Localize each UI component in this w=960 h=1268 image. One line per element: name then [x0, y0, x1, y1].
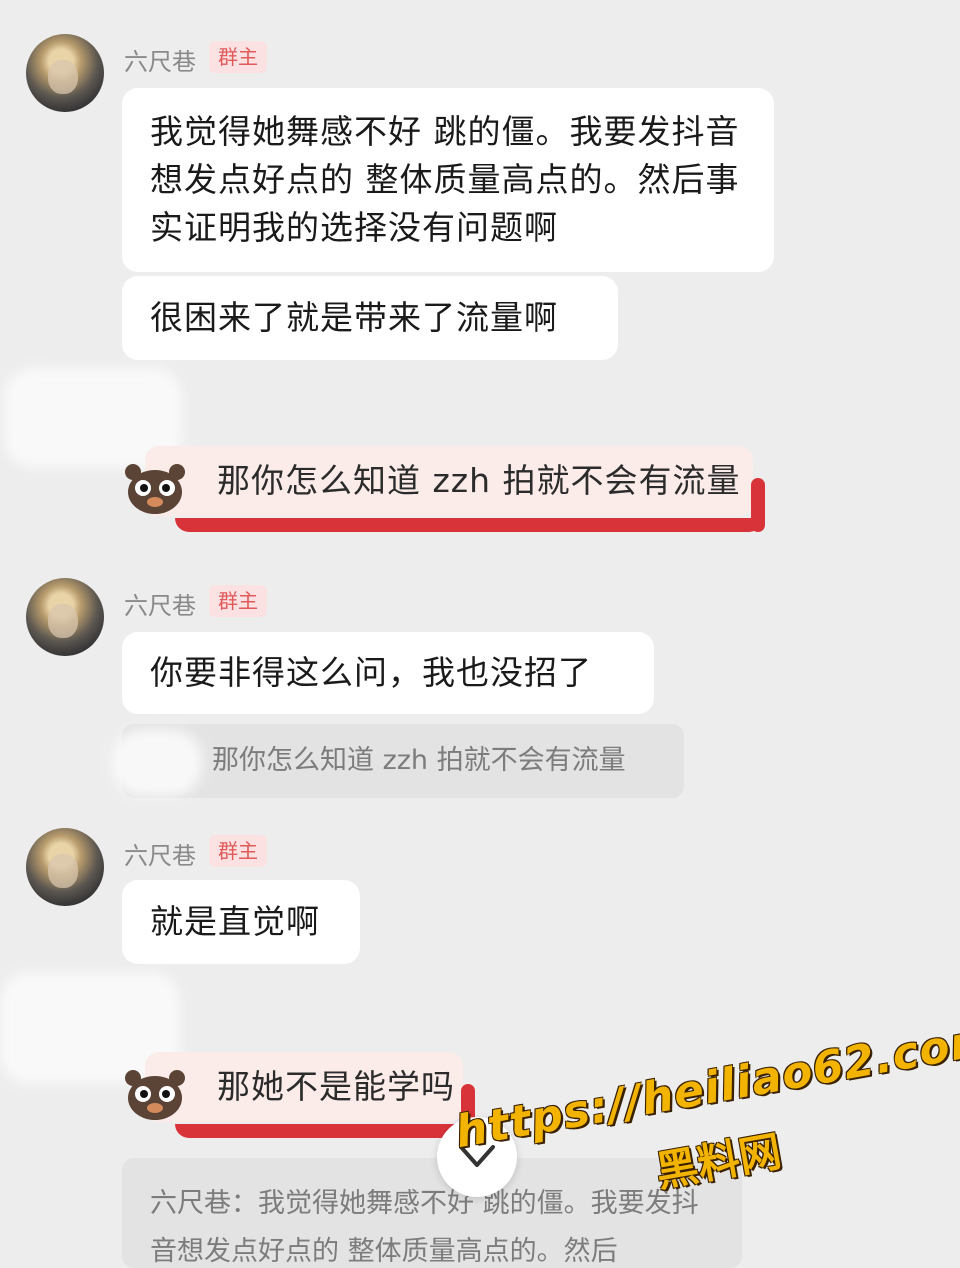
avatar[interactable]	[26, 828, 104, 906]
sticker-text: 那她不是能学吗	[217, 1067, 455, 1106]
avatar[interactable]	[26, 34, 104, 112]
owner-badge: 群主	[209, 41, 267, 73]
bear-sticker-icon	[125, 464, 185, 514]
sticker-underline	[175, 1084, 475, 1138]
redacted-thumbnail	[112, 730, 202, 796]
watermark-brand: 黑料网	[652, 1126, 785, 1197]
sticker-text: 那你怎么知道 zzh 拍就不会有流量	[217, 461, 741, 500]
message-bubble[interactable]: 你要非得这么问，我也没招了	[122, 632, 654, 714]
sender-name: 六尺巷	[124, 48, 196, 76]
sender-name: 六尺巷	[124, 842, 196, 870]
quoted-message[interactable]: 那你怎么知道 zzh 拍就不会有流量	[122, 724, 684, 798]
message-bubble[interactable]: 我觉得她舞感不好 跳的僵。我要发抖音想发点好点的 整体质量高点的。然后事实证明我…	[122, 88, 774, 272]
message-bubble[interactable]: 就是直觉啊	[122, 880, 360, 964]
message-bubble[interactable]: 很困来了就是带来了流量啊	[122, 276, 618, 360]
owner-badge: 群主	[209, 835, 267, 867]
sticker-underline	[175, 478, 765, 532]
avatar[interactable]	[26, 578, 104, 656]
quoted-text: 那你怎么知道 zzh 拍就不会有流量	[212, 745, 626, 776]
sticker-message[interactable]: 那她不是能学吗	[125, 1052, 475, 1138]
owner-badge: 群主	[209, 585, 267, 617]
sender-name: 六尺巷	[124, 592, 196, 620]
sticker-message[interactable]: 那你怎么知道 zzh 拍就不会有流量	[125, 446, 765, 532]
bear-sticker-icon	[125, 1070, 185, 1120]
reply-quote-preview[interactable]: 六尺巷：我觉得她舞感不好 跳的僵。我要发抖音想发点好点的 整体质量高点的。然后	[122, 1158, 742, 1268]
